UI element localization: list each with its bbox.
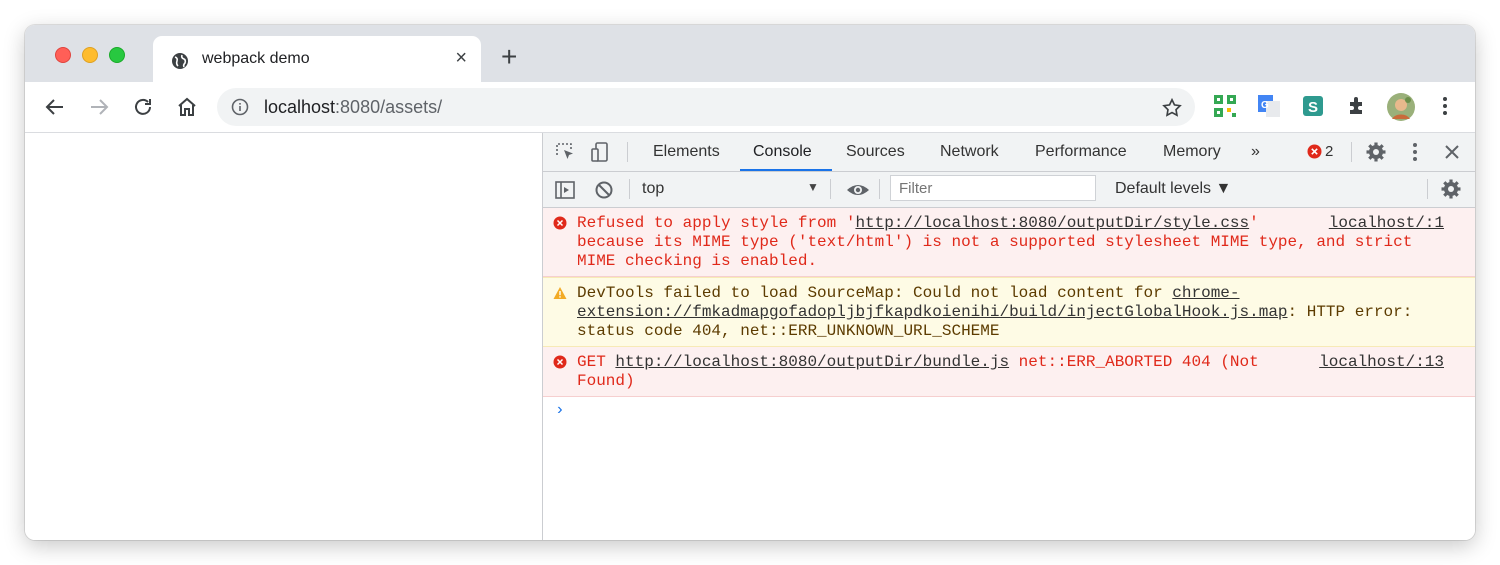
console-output: localhost/:1 Refused to apply style from… [543,208,1475,423]
window-close-button[interactable] [55,47,71,63]
reload-icon[interactable] [131,95,155,119]
device-toolbar-icon[interactable] [589,141,611,163]
message-url-link[interactable]: http://localhost:8080/outputDir/bundle.j… [615,353,1009,371]
message-source-link[interactable]: localhost/:1 [1329,214,1444,233]
page-viewport [25,133,542,540]
chrome-menu-icon[interactable] [1433,94,1457,118]
inspect-element-icon[interactable] [554,141,576,163]
console-error-message: localhost/:13 GET http://localhost:8080/… [543,347,1475,397]
toolbar-separator [830,179,831,199]
tab-title: webpack demo [202,50,310,67]
warning-icon [553,287,567,299]
console-error-message: localhost/:1 Refused to apply style from… [543,208,1475,277]
tab-memory[interactable]: Memory [1163,143,1221,161]
address-bar[interactable]: localhost:8080/assets/ [217,88,1195,126]
active-tab-indicator [740,169,832,171]
toolbar-separator [1427,179,1428,199]
show-sidebar-icon[interactable] [554,179,576,201]
console-prompt[interactable]: › [543,397,1475,423]
error-count-icon [1307,144,1322,159]
error-icon [553,355,567,369]
url-text: localhost:8080/assets/ [264,97,442,118]
site-info-icon[interactable] [231,98,249,116]
message-text: GET [577,353,616,371]
prompt-chevron-icon: › [555,401,565,419]
svg-text:G: G [1261,100,1269,111]
toolbar-separator [879,179,880,199]
console-toolbar: top ▼ Default levels ▼ [543,172,1475,208]
bookmark-star-icon[interactable] [1161,97,1183,119]
toolbar-separator [1351,142,1352,162]
new-tab-button[interactable]: + [501,43,517,71]
svg-text:S: S [1308,99,1318,116]
globe-icon [172,53,188,69]
message-text: DevTools failed to load SourceMap: Could… [577,284,1173,302]
browser-tab[interactable]: webpack demo × [153,36,481,82]
devtools-tab-bar: Elements Console Sources Network Perform… [543,133,1475,172]
more-tabs-button[interactable]: » [1251,143,1260,161]
forward-icon[interactable] [87,95,111,119]
live-expression-eye-icon[interactable] [845,179,871,201]
url-host: localhost [264,97,336,117]
tab-bar: webpack demo × + [25,25,1475,82]
toolbar-separator [629,179,630,199]
context-selector[interactable]: top [642,180,664,198]
tab-elements[interactable]: Elements [653,143,720,161]
toolbar-separator [627,142,628,162]
tab-sources[interactable]: Sources [846,143,905,161]
translate-extension-icon[interactable]: G [1257,94,1281,118]
browser-toolbar: localhost:8080/assets/ G S [25,82,1475,133]
error-icon [553,216,567,230]
devtools-menu-icon[interactable] [1404,141,1426,163]
log-levels-dropdown[interactable]: Default levels ▼ [1115,180,1231,198]
console-settings-gear-icon[interactable] [1440,178,1462,200]
filter-input[interactable] [890,175,1096,201]
tab-network[interactable]: Network [940,143,999,161]
tab-close-button[interactable]: × [455,48,467,68]
browser-window: webpack demo × + localhost:8080/assets/ [25,25,1475,540]
message-text: Refused to apply style from ' [577,214,856,232]
console-warning-message: DevTools failed to load SourceMap: Could… [543,277,1475,347]
window-maximize-button[interactable] [109,47,125,63]
error-count[interactable]: 2 [1325,143,1333,160]
url-path: :8080/assets/ [335,97,443,117]
message-source-link[interactable]: localhost/:13 [1319,353,1444,372]
clear-console-icon[interactable] [593,179,615,201]
home-icon[interactable] [175,95,199,119]
window-minimize-button[interactable] [82,47,98,63]
back-icon[interactable] [43,95,67,119]
tab-performance[interactable]: Performance [1035,143,1127,161]
qr-extension-icon[interactable] [1213,94,1237,118]
tab-console[interactable]: Console [753,143,812,161]
message-url-link[interactable]: http://localhost:8080/outputDir/style.cs… [855,214,1249,232]
profile-avatar[interactable] [1386,92,1416,122]
settings-gear-icon[interactable] [1365,141,1387,163]
extensions-puzzle-icon[interactable] [1345,94,1369,118]
context-dropdown-arrow[interactable]: ▼ [807,180,819,194]
devtools-panel: Elements Console Sources Network Perform… [542,133,1475,540]
s-extension-icon[interactable]: S [1301,94,1325,118]
close-devtools-icon[interactable] [1441,141,1463,163]
